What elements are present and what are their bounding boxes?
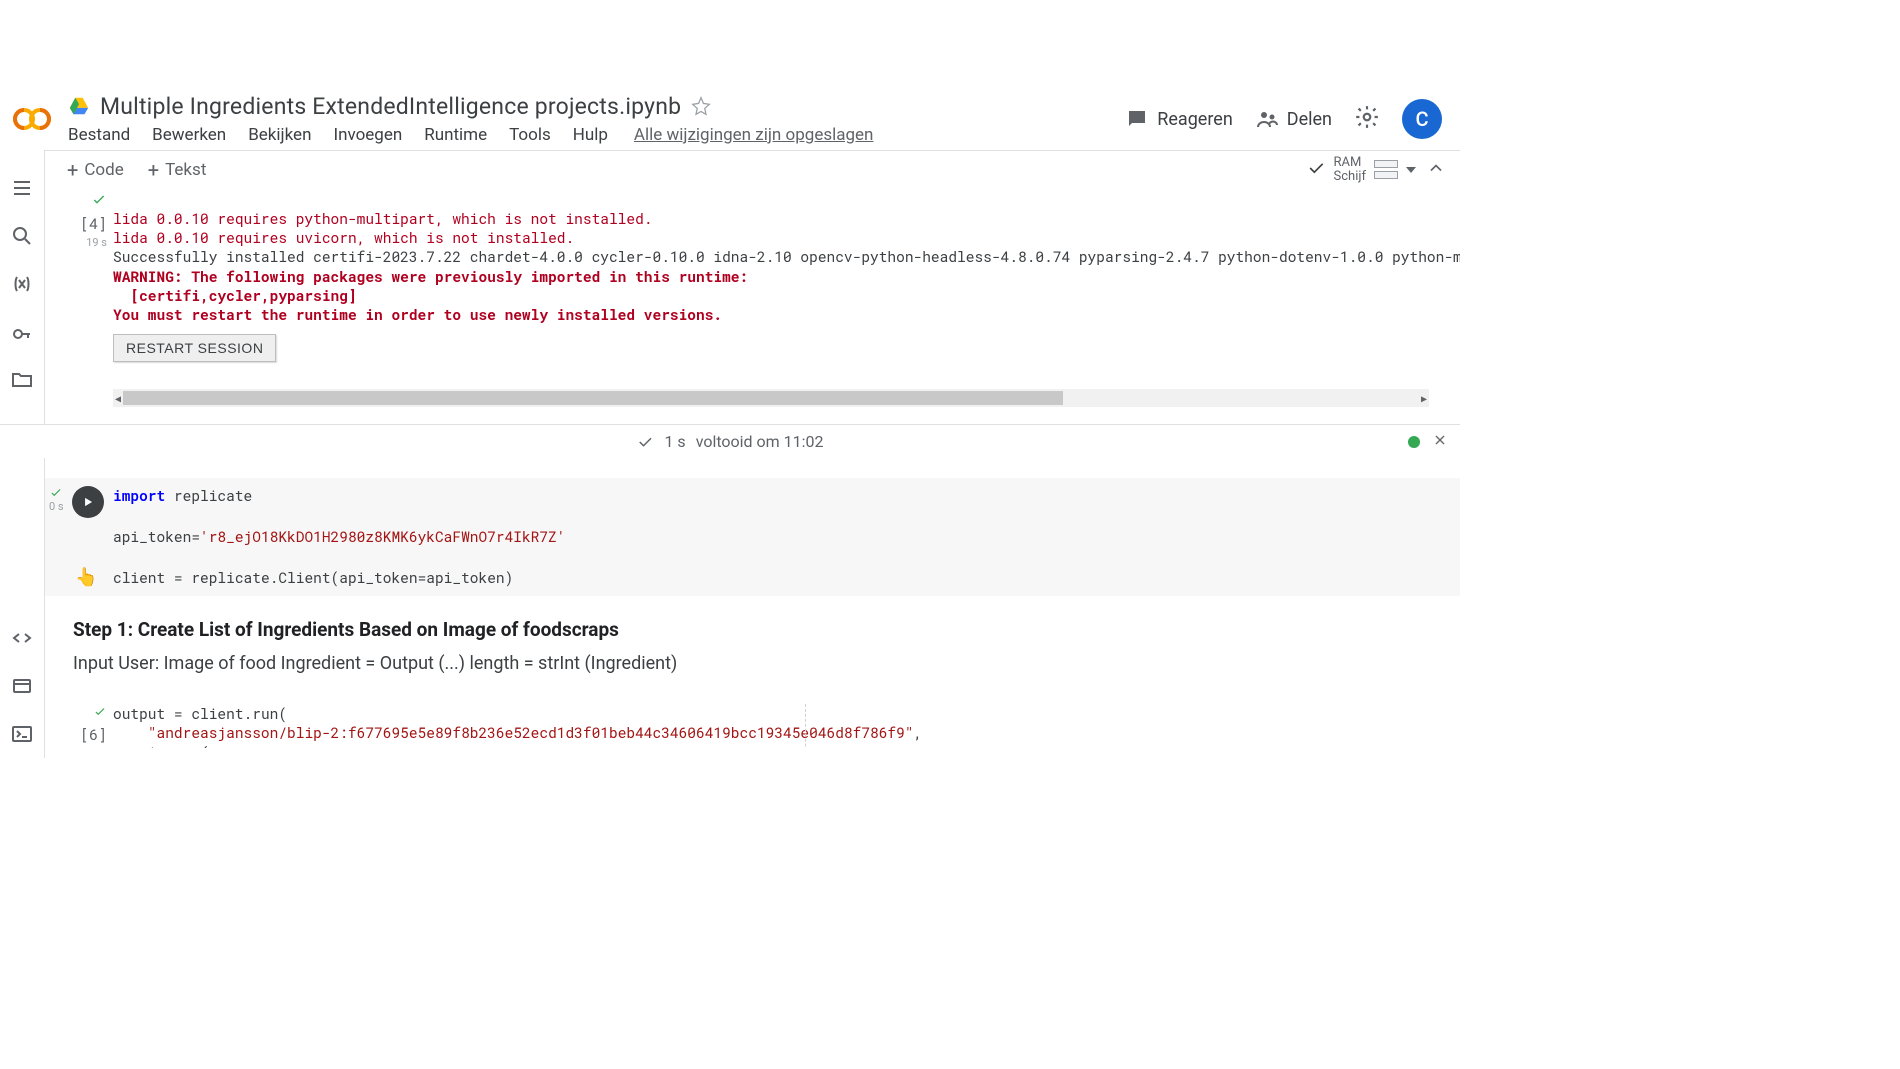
code-token: import bbox=[113, 486, 165, 505]
drive-icon bbox=[68, 95, 90, 117]
collapse-button[interactable] bbox=[1426, 158, 1446, 182]
menu-help[interactable]: Hulp bbox=[573, 125, 608, 145]
code-token: output bbox=[113, 704, 174, 723]
markdown-paragraph: Input User: Image of food Ingredient = O… bbox=[73, 653, 1460, 674]
check-icon bbox=[93, 704, 107, 723]
check-icon bbox=[636, 433, 654, 451]
status-duration: 1 s bbox=[664, 432, 685, 451]
add-code-button[interactable]: + Code bbox=[67, 160, 124, 180]
toc-icon[interactable] bbox=[0, 164, 45, 212]
output-line: WARNING: The following packages were pre… bbox=[113, 267, 748, 286]
files-icon[interactable] bbox=[0, 356, 45, 404]
menu-insert[interactable]: Invoegen bbox=[333, 125, 402, 145]
code-snippets-icon[interactable] bbox=[0, 614, 45, 662]
execution-time: 2 s bbox=[92, 747, 107, 748]
notebook-area: [4] 19 s lida 0.0.10 requires python-mul… bbox=[45, 188, 1460, 748]
runtime-status[interactable]: RAM Schijf bbox=[1306, 156, 1416, 183]
share-button[interactable]: Delen bbox=[1255, 107, 1332, 131]
status-completed: voltooid om 11:02 bbox=[696, 432, 824, 451]
connection-status-icon bbox=[1408, 436, 1420, 448]
scroll-left-icon[interactable]: ◀ bbox=[115, 392, 121, 405]
settings-icon[interactable] bbox=[1354, 104, 1380, 134]
markdown-heading: Step 1: Create List of Ingredients Based… bbox=[73, 618, 1460, 641]
cell-code-2[interactable]: 0 s import replicate api_token='r8_ejO18… bbox=[45, 478, 1460, 595]
code-token: replicate.Client(api_token bbox=[183, 568, 418, 587]
variables-icon[interactable] bbox=[0, 260, 45, 308]
markdown-cell[interactable]: Step 1: Create List of Ingredients Based… bbox=[45, 596, 1460, 690]
menu-tools[interactable]: Tools bbox=[509, 125, 551, 145]
chevron-down-icon[interactable] bbox=[1406, 167, 1416, 173]
cell-output-1: [4] 19 s lida 0.0.10 requires python-mul… bbox=[45, 188, 1460, 464]
terminal-icon[interactable] bbox=[0, 710, 45, 758]
code-token: "andreasjansson/blip-2:f677695e5e89f8b23… bbox=[148, 723, 914, 742]
status-bar: 1 s voltooid om 11:02 bbox=[0, 424, 1460, 458]
code-token: 'r8_ejO18KkDO1H2980z8KMK6ykCaFWnO7r4IkR7… bbox=[200, 527, 565, 546]
add-text-button[interactable]: + Tekst bbox=[148, 160, 207, 180]
star-icon[interactable] bbox=[691, 96, 711, 116]
restart-session-button[interactable]: RESTART SESSION bbox=[113, 334, 276, 362]
code-token: client.run( bbox=[183, 704, 287, 723]
menu-view[interactable]: Bekijken bbox=[248, 125, 311, 145]
menu-file[interactable]: Bestand bbox=[68, 125, 130, 145]
cursor-icon: 👆 bbox=[75, 567, 97, 588]
code-editor[interactable]: output = client.run( "andreasjansson/bli… bbox=[113, 704, 1460, 748]
output-line: [certifi,cycler,pyparsing] bbox=[113, 286, 357, 305]
scroll-right-icon[interactable]: ▶ bbox=[1421, 392, 1427, 405]
toolbar: + Code + Tekst RAM Schijf bbox=[45, 150, 1460, 188]
menu-edit[interactable]: Bewerken bbox=[152, 125, 226, 145]
disk-label: Schijf bbox=[1334, 170, 1366, 184]
menu-bar: Bestand Bewerken Bekijken Invoegen Runti… bbox=[68, 123, 1115, 147]
code-token: api_token) bbox=[426, 568, 513, 587]
add-text-label: Tekst bbox=[165, 160, 206, 180]
command-palette-icon[interactable] bbox=[0, 662, 45, 710]
cell-code-3[interactable]: [6] 2 s output = client.run( "andreasjan… bbox=[45, 704, 1460, 748]
avatar-initial: C bbox=[1415, 107, 1428, 131]
code-token: api_token bbox=[113, 527, 191, 546]
code-token: , bbox=[914, 723, 923, 742]
header: Multiple Ingredients ExtendedIntelligenc… bbox=[0, 88, 1460, 150]
save-status[interactable]: Alle wijzigingen zijn opgeslagen bbox=[634, 125, 874, 145]
execution-count: [4] bbox=[80, 214, 107, 234]
output-line: lida 0.0.10 requires python-multipart, w… bbox=[113, 209, 653, 228]
plus-icon: + bbox=[67, 160, 78, 180]
scrollbar-thumb[interactable] bbox=[123, 391, 1063, 405]
execution-time: 19 s bbox=[86, 236, 107, 249]
check-icon bbox=[91, 192, 107, 212]
execution-count: [6] bbox=[80, 725, 107, 745]
document-title[interactable]: Multiple Ingredients ExtendedIntelligenc… bbox=[100, 93, 681, 120]
close-icon[interactable] bbox=[1432, 432, 1448, 452]
plus-icon: + bbox=[148, 160, 159, 180]
run-button[interactable] bbox=[72, 486, 104, 518]
resource-bars bbox=[1374, 160, 1398, 179]
colab-logo[interactable] bbox=[10, 97, 54, 141]
output-line: lida 0.0.10 requires uvicorn, which is n… bbox=[113, 228, 574, 247]
output-line: You must restart the runtime in order to… bbox=[113, 305, 722, 324]
code-editor[interactable]: import replicate api_token='r8_ejO18KkDO… bbox=[113, 486, 1460, 587]
code-token: replicate bbox=[165, 486, 252, 505]
user-avatar[interactable]: C bbox=[1402, 99, 1442, 139]
execution-time: 0 s bbox=[49, 500, 64, 513]
secrets-icon[interactable] bbox=[0, 308, 45, 356]
output-line: Successfully installed certifi-2023.7.22… bbox=[113, 247, 1460, 266]
react-button[interactable]: Reageren bbox=[1125, 107, 1233, 131]
add-code-label: Code bbox=[84, 160, 123, 180]
check-icon bbox=[1306, 158, 1326, 181]
code-token: input bbox=[113, 743, 191, 748]
title-area: Multiple Ingredients ExtendedIntelligenc… bbox=[68, 91, 1115, 147]
column-guide bbox=[805, 704, 806, 748]
code-token: { bbox=[200, 743, 209, 748]
code-token: client bbox=[113, 568, 174, 587]
menu-runtime[interactable]: Runtime bbox=[424, 125, 487, 145]
share-label: Delen bbox=[1287, 109, 1332, 130]
react-label: Reageren bbox=[1157, 109, 1233, 130]
horizontal-scrollbar[interactable]: ◀ ▶ bbox=[113, 389, 1429, 407]
ram-label: RAM bbox=[1334, 156, 1366, 170]
search-icon[interactable] bbox=[0, 212, 45, 260]
